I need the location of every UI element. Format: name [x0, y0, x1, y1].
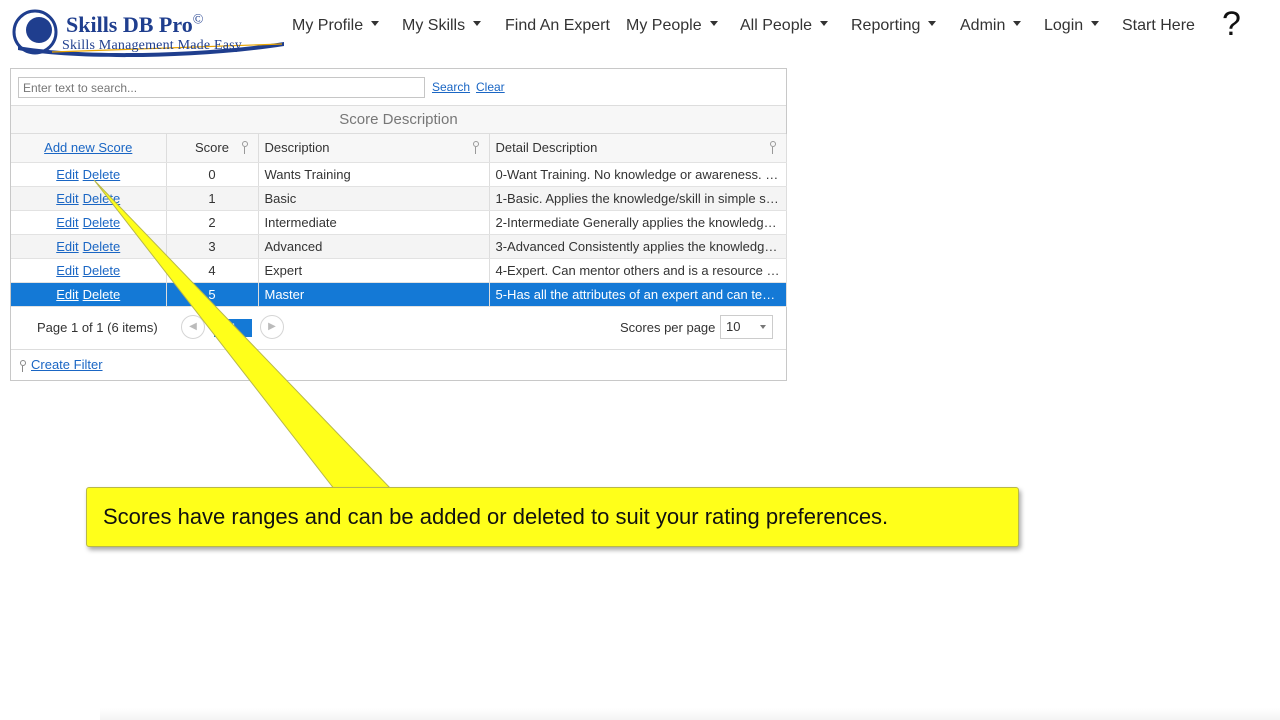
- filter-pin-icon[interactable]: [471, 141, 481, 155]
- search-input[interactable]: [18, 77, 425, 98]
- prev-page-icon[interactable]: ◀: [181, 315, 205, 339]
- nav-my-skills[interactable]: My Skills: [402, 14, 482, 38]
- cell-description: Master: [258, 282, 490, 307]
- filter-pin-icon[interactable]: [240, 141, 250, 155]
- cell-detail-description: 5-Has all the attributes of an expert an…: [489, 282, 787, 307]
- edit-link[interactable]: Edit: [56, 239, 78, 254]
- nav-find-an-expert[interactable]: Find An Expert: [505, 14, 610, 38]
- nav-all-people[interactable]: All People: [740, 14, 829, 38]
- add-new-score-button[interactable]: Add new Score: [44, 140, 132, 155]
- cell-score: 0: [166, 162, 259, 187]
- delete-link[interactable]: Delete: [83, 239, 121, 254]
- cell-score: 3: [166, 234, 259, 259]
- cell-score: 2: [166, 210, 259, 235]
- add-new-score-header: Add new Score: [11, 134, 167, 163]
- score-table: Add new Score Score Description Detail D…: [11, 134, 787, 307]
- filter-pin-icon[interactable]: [768, 141, 778, 155]
- edit-link[interactable]: Edit: [56, 263, 78, 278]
- table-row-selected[interactable]: Edit Delete 5 Master 5-Has all the attrib…: [11, 282, 787, 307]
- nav-start-here[interactable]: Start Here: [1122, 14, 1195, 38]
- delete-link[interactable]: Delete: [83, 167, 121, 182]
- cell-description: Basic: [258, 186, 490, 211]
- page-number-current[interactable]: 1: [214, 319, 252, 337]
- table-row[interactable]: Edit Delete 3 Advanced 3-Advanced Consist…: [11, 234, 787, 259]
- score-grid-panel: Search Clear Score Description Add new S…: [10, 68, 787, 381]
- edit-link[interactable]: Edit: [56, 215, 78, 230]
- row-actions: Edit Delete: [11, 162, 167, 187]
- table-row[interactable]: Edit Delete 1 Basic 1-Basic. Applies the …: [11, 186, 787, 211]
- delete-link[interactable]: Delete: [83, 263, 121, 278]
- search-button[interactable]: Search: [432, 80, 470, 94]
- delete-link[interactable]: Delete: [83, 287, 121, 302]
- nav-reporting[interactable]: Reporting: [851, 14, 937, 38]
- page-info: Page 1 of 1 (6 items): [37, 320, 158, 335]
- cell-detail-description: 1-Basic. Applies the knowledge/skill in …: [489, 186, 787, 211]
- filter-row: Create Filter: [18, 357, 103, 372]
- cell-score: 1: [166, 186, 259, 211]
- edit-link[interactable]: Edit: [56, 191, 78, 206]
- row-actions: Edit Delete: [11, 234, 167, 259]
- cell-score: 4: [166, 258, 259, 283]
- cell-detail-description: 3-Advanced Consistently applies the know…: [489, 234, 787, 259]
- caret-down-icon: [1013, 21, 1022, 27]
- delete-link[interactable]: Delete: [83, 215, 121, 230]
- chevron-down-icon: [760, 325, 766, 329]
- per-page-select[interactable]: 10: [720, 315, 773, 339]
- brand-title: Skills DB Pro©: [66, 12, 204, 37]
- table-header-row: Add new Score Score Description Detail D…: [11, 134, 787, 163]
- row-actions: Edit Delete: [11, 186, 167, 211]
- cell-description: Expert: [258, 258, 490, 283]
- nav-my-people[interactable]: My People: [626, 14, 718, 38]
- nav-my-profile[interactable]: My Profile: [292, 14, 380, 38]
- cell-description: Advanced: [258, 234, 490, 259]
- caret-down-icon: [820, 21, 829, 27]
- caret-down-icon: [473, 21, 482, 27]
- search-bar: Search Clear: [11, 69, 786, 106]
- help-icon[interactable]: ?: [1222, 4, 1241, 44]
- edit-link[interactable]: Edit: [56, 167, 78, 182]
- caret-down-icon: [709, 21, 718, 27]
- caret-down-icon: [371, 21, 380, 27]
- column-header-score[interactable]: Score: [166, 134, 259, 163]
- cell-score: 5: [166, 282, 259, 307]
- app-logo[interactable]: Skills DB Pro© Skills Management Made Ea…: [12, 6, 288, 58]
- column-header-description[interactable]: Description: [258, 134, 490, 163]
- cell-detail-description: 4-Expert. Can mentor others and is a res…: [489, 258, 787, 283]
- brand-tagline: Skills Management Made Easy: [62, 38, 242, 53]
- pager: Page 1 of 1 (6 items) ◀ 1 ▶ Scores per p…: [11, 306, 786, 350]
- table-row[interactable]: Edit Delete 2 Intermediate 2-Intermediate…: [11, 210, 787, 235]
- cell-description: Intermediate: [258, 210, 490, 235]
- edit-link[interactable]: Edit: [56, 287, 78, 302]
- table-row[interactable]: Edit Delete 4 Expert 4-Expert. Can mentor…: [11, 258, 787, 283]
- row-actions: Edit Delete: [11, 258, 167, 283]
- cell-description: Wants Training: [258, 162, 490, 187]
- column-header-detail-description[interactable]: Detail Description: [489, 134, 787, 163]
- cell-detail-description: 2-Intermediate Generally applies the kno…: [489, 210, 787, 235]
- filter-pin-icon: [18, 359, 28, 372]
- delete-link[interactable]: Delete: [83, 191, 121, 206]
- row-actions: Edit Delete: [11, 210, 167, 235]
- tutorial-callout: Scores have ranges and can be added or d…: [86, 487, 1019, 547]
- nav-login[interactable]: Login: [1044, 14, 1100, 38]
- per-page-label: Scores per page: [620, 320, 716, 335]
- caret-down-icon: [928, 21, 937, 27]
- table-row[interactable]: Edit Delete 0 Wants Training 0-Want Train…: [11, 162, 787, 187]
- clear-button[interactable]: Clear: [476, 80, 505, 94]
- cell-detail-description: 0-Want Training. No knowledge or awarene…: [489, 162, 787, 187]
- caret-down-icon: [1091, 21, 1100, 27]
- next-page-icon[interactable]: ▶: [260, 315, 284, 339]
- create-filter-link[interactable]: Create Filter: [31, 357, 103, 372]
- row-actions: Edit Delete: [11, 282, 167, 307]
- bottom-edge: [100, 708, 1280, 720]
- grid-title: Score Description: [11, 106, 786, 134]
- nav-admin[interactable]: Admin: [960, 14, 1022, 38]
